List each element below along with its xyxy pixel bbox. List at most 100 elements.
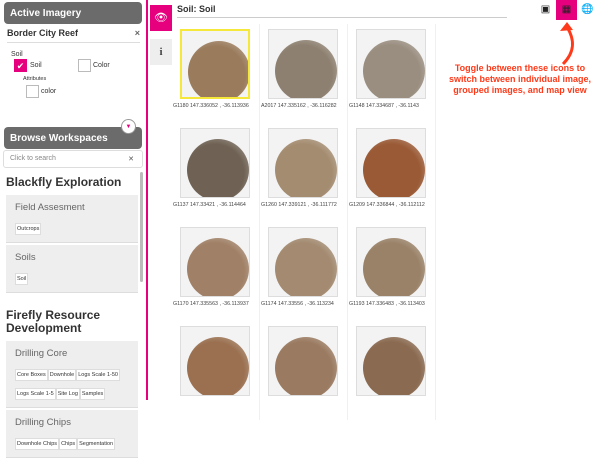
annotation-text: Toggle between these icons to switch bet… xyxy=(448,63,592,95)
image-caption: G1174 147.33556 , -36.113234 xyxy=(261,301,334,307)
view-toggle: ▣ ▦ 🌐 xyxy=(535,0,598,20)
soil-sample-image[interactable] xyxy=(356,326,426,396)
workspace-tag[interactable]: Downhole xyxy=(47,369,77,381)
image-tile[interactable]: G1170 147.335563 , -36.113937 xyxy=(172,222,260,321)
image-row: G1180 147.336052 , -36.113936 A2017 147.3… xyxy=(172,24,436,123)
workspace-name: Border City Reef xyxy=(7,28,79,38)
layer-group-label: Soil xyxy=(11,51,23,58)
soil-sample-image[interactable] xyxy=(356,227,426,297)
image-grid: G1180 147.336052 , -36.113936 A2017 147.3… xyxy=(172,24,436,420)
image-tile[interactable] xyxy=(172,321,260,420)
project-title: Blackfly Exploration xyxy=(6,175,122,189)
image-tile[interactable]: A2017 147.335162 , -36.116282 xyxy=(260,24,348,123)
image-tile[interactable] xyxy=(260,321,348,420)
card-title: Drilling Chips xyxy=(15,417,71,428)
workspace-tag[interactable]: Core Boxes xyxy=(15,369,48,381)
image-caption: G1148 147.334687 , -36.1143 xyxy=(349,103,419,109)
soil-checkbox-label: Soil xyxy=(30,62,42,69)
image-row: G1137 147.33421 , -36.114464 G1260 147.33… xyxy=(172,123,436,222)
image-tile[interactable]: G1174 147.33556 , -36.113234 xyxy=(260,222,348,321)
soil-sample-image[interactable] xyxy=(180,29,250,99)
soil-sample-image[interactable] xyxy=(268,128,338,198)
soil-sample-image[interactable] xyxy=(180,227,250,297)
soil-sample-image[interactable] xyxy=(180,326,250,396)
soil-sample-image[interactable] xyxy=(268,326,338,396)
browse-workspaces-header: Browse Workspaces ▼ xyxy=(0,119,146,149)
clear-search-icon[interactable]: ✕ xyxy=(128,155,134,163)
workspace-tag[interactable]: Outcrops xyxy=(15,223,42,235)
soil-sample xyxy=(187,139,249,197)
workspace-tag[interactable]: Downhole Chips xyxy=(15,438,60,450)
soil-sample-image[interactable] xyxy=(268,227,338,297)
workspace-tag[interactable]: Segmentation xyxy=(77,438,116,450)
soil-checkbox[interactable]: ✔ xyxy=(14,59,27,72)
scrollbar[interactable] xyxy=(140,172,143,282)
image-caption: G1193 147.336483 , -36.113403 xyxy=(349,301,425,307)
image-tile[interactable]: G1137 147.33421 , -36.114464 xyxy=(172,123,260,222)
soil-sample xyxy=(188,41,248,97)
collapse-toggle-icon[interactable]: ▼ xyxy=(121,119,136,134)
close-icon[interactable]: × xyxy=(135,28,140,38)
image-tile[interactable]: G1148 147.334687 , -36.1143 xyxy=(348,24,436,123)
soil-sample xyxy=(275,238,337,296)
image-tile[interactable]: G1209 147.336844 , -36.112112 xyxy=(348,123,436,222)
image-tile[interactable]: G1193 147.336483 , -36.113403 xyxy=(348,222,436,321)
soil-sample xyxy=(275,40,337,98)
workspace-tag[interactable]: Site Log xyxy=(55,388,80,400)
soil-sample xyxy=(363,337,425,395)
workspace-tag[interactable]: Soil xyxy=(15,273,29,285)
workspace-list: Blackfly Exploration Field Assesment Outcr… xyxy=(6,172,138,460)
active-imagery-header: Active Imagery xyxy=(0,2,146,24)
info-icon[interactable]: i xyxy=(150,39,172,65)
search-placeholder: Click to search xyxy=(10,155,56,162)
image-tile[interactable]: G1180 147.336052 , -36.113936 xyxy=(172,24,260,123)
soil-sample xyxy=(275,337,337,395)
image-caption: G1180 147.336052 , -36.113936 xyxy=(173,103,249,109)
left-sidebar: Active Imagery Border City Reef × Soil ✔ … xyxy=(0,0,148,458)
image-row xyxy=(172,321,436,420)
image-tile[interactable] xyxy=(348,321,436,420)
color-attribute-label: color xyxy=(41,88,57,95)
soil-sample-image[interactable] xyxy=(180,128,250,198)
side-tabs: 👁 i xyxy=(150,0,172,65)
color-checkbox-label: Color xyxy=(93,62,110,69)
page-title: Soil: Soil xyxy=(177,4,507,18)
image-caption: G1209 147.336844 , -36.112112 xyxy=(349,202,425,208)
soil-sample-image[interactable] xyxy=(356,29,426,99)
soil-sample-image[interactable] xyxy=(268,29,338,99)
workspace-card[interactable]: Drilling Core Core Boxes Downhole Logs Scal… xyxy=(6,341,138,408)
color-attribute-checkbox[interactable] xyxy=(26,85,39,98)
workspace-card[interactable]: Soils Soil xyxy=(6,245,138,293)
workspace-card[interactable]: Drilling Chips Downhole Chips Chips Segment… xyxy=(6,410,138,458)
project-title: Firefly Resource Development xyxy=(6,308,101,335)
workspace-tag[interactable]: Chips xyxy=(59,438,78,450)
image-icon[interactable]: ▣ xyxy=(535,0,556,20)
soil-sample-image[interactable] xyxy=(356,128,426,198)
image-caption: G1260 147.339121 , -36.111772 xyxy=(261,202,337,208)
soil-sample xyxy=(363,139,425,197)
soil-sample xyxy=(187,238,249,296)
image-row: G1170 147.335563 , -36.113937 G1174 147.3… xyxy=(172,222,436,321)
image-tile[interactable]: G1260 147.339121 , -36.111772 xyxy=(260,123,348,222)
workspace-tag[interactable]: Samples xyxy=(79,388,106,400)
card-title: Soils xyxy=(15,252,36,263)
active-imagery-title: Active Imagery xyxy=(4,2,142,24)
arrow-annotation-icon xyxy=(560,22,574,66)
workspace-tag[interactable]: Logs Scale 1-5 xyxy=(15,388,56,400)
soil-sample xyxy=(187,337,249,395)
workspace-card[interactable]: Field Assesment Outcrops xyxy=(6,195,138,243)
color-checkbox[interactable] xyxy=(78,59,91,72)
image-caption: G1170 147.335563 , -36.113937 xyxy=(173,301,249,307)
soil-sample xyxy=(363,40,425,98)
image-caption: A2017 147.335162 , -36.116282 xyxy=(261,103,337,109)
card-title: Field Assesment xyxy=(15,202,85,213)
image-caption: G1137 147.33421 , -36.114464 xyxy=(173,202,246,208)
globe-icon[interactable]: 🌐 xyxy=(577,0,598,20)
attributes-label: Attributes xyxy=(23,76,47,82)
soil-sample xyxy=(363,238,425,296)
workspace-search-input[interactable]: Click to search ✕ xyxy=(3,150,143,168)
grid-icon[interactable]: ▦ xyxy=(556,0,577,20)
workspace-tag[interactable]: Logs Scale 1-50 xyxy=(76,369,120,381)
card-title: Drilling Core xyxy=(15,348,68,359)
eye-icon[interactable]: 👁 xyxy=(150,5,172,31)
